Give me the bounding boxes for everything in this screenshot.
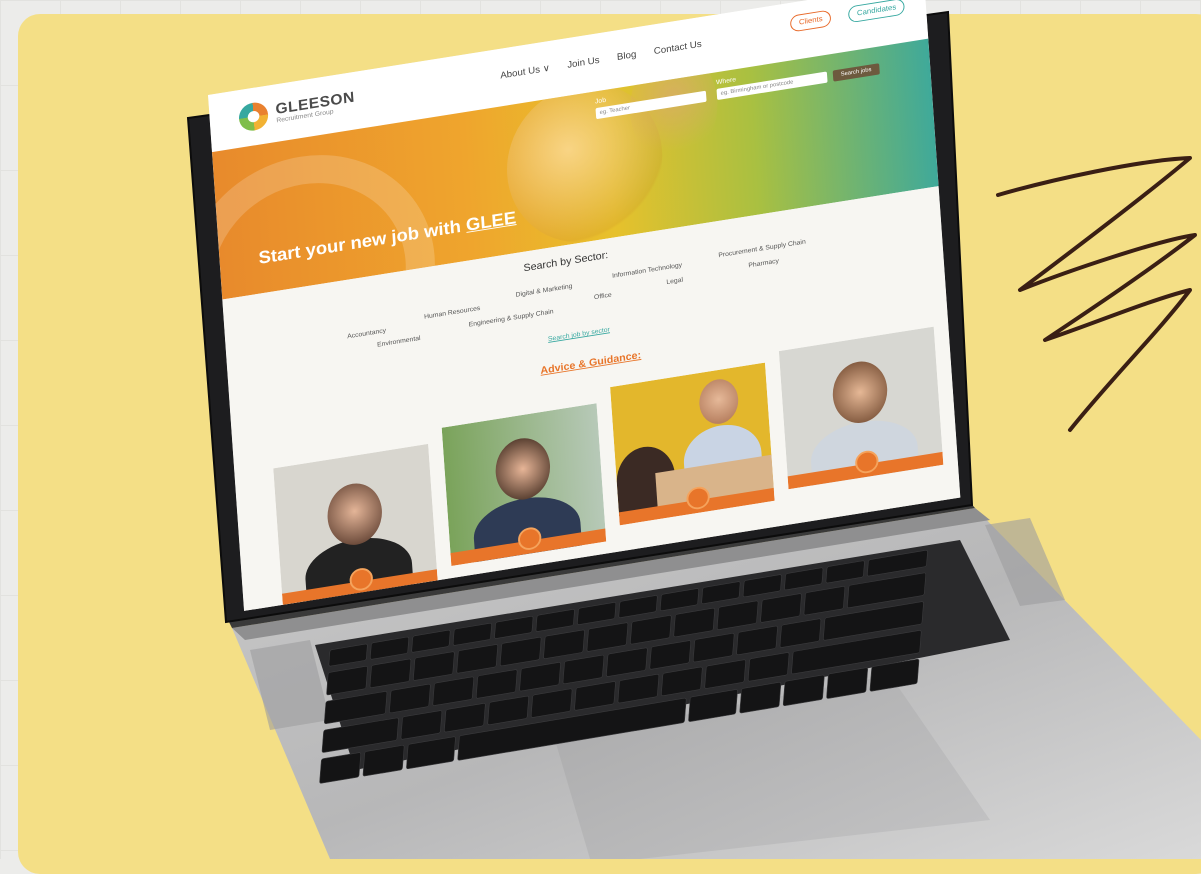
sector-office[interactable]: Office	[594, 292, 612, 301]
advice-card[interactable]	[778, 326, 944, 490]
search-by-sector-link[interactable]: Search job by sector	[548, 327, 610, 343]
advice-card[interactable]	[610, 362, 775, 526]
hero-title-highlight: GLEE	[465, 208, 517, 236]
nav-about-us[interactable]: About Us ∨	[500, 63, 550, 81]
sector-information-technology[interactable]: Information Technology	[612, 262, 682, 280]
sector-accountancy[interactable]: Accountancy	[347, 328, 386, 341]
sector-pharmacy[interactable]: Pharmacy	[748, 258, 779, 269]
clients-button[interactable]: Clients	[789, 9, 832, 33]
sector-procurement-supply-chain[interactable]: Procurement & Supply Chain	[718, 239, 806, 259]
advice-card[interactable]	[441, 403, 607, 566]
sector-digital-marketing[interactable]: Digital & Marketing	[515, 283, 572, 298]
where-input[interactable]: eg. Birmingham or postcode	[716, 71, 828, 101]
logo-ring-icon	[238, 100, 270, 133]
sector-human-resources[interactable]: Human Resources	[424, 305, 481, 320]
nav-blog[interactable]: Blog	[617, 50, 637, 63]
advice-card[interactable]	[273, 443, 438, 607]
candidates-button[interactable]: Candidates	[847, 0, 906, 24]
search-jobs-button[interactable]: Search jobs	[832, 63, 880, 82]
advice-guidance-title: Advice & Guidance:	[540, 349, 642, 377]
nav-contact-us[interactable]: Contact Us	[653, 39, 702, 57]
main-nav: About Us ∨ Join Us Blog Contact Us	[500, 39, 702, 81]
nav-join-us[interactable]: Join Us	[567, 55, 600, 70]
sector-legal[interactable]: Legal	[666, 277, 683, 286]
where-field-label: Where	[715, 76, 737, 87]
gleeson-logo[interactable]: GLEESON Recruitment Group	[238, 87, 356, 133]
sector-title: Search by Sector:	[523, 249, 609, 275]
sector-engineering-supply-chain[interactable]: Engineering & Supply Chain	[469, 309, 554, 329]
sector-environmental[interactable]: Environmental	[377, 335, 421, 348]
